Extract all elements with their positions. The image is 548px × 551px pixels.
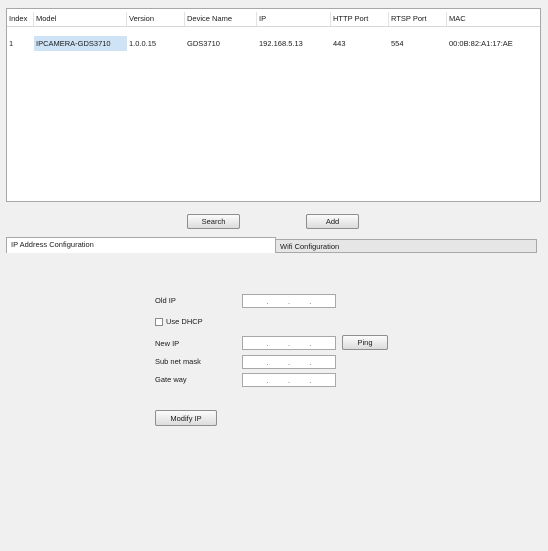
add-button[interactable]: Add xyxy=(306,214,359,229)
cell-rtsp-port: 554 xyxy=(391,39,404,48)
column-header-rtsp-port[interactable]: RTSP Port xyxy=(389,12,447,26)
column-header-index[interactable]: Index xyxy=(7,12,34,26)
column-header-model[interactable]: Model xyxy=(34,12,127,26)
column-header-device-name[interactable]: Device Name xyxy=(185,12,257,26)
use-dhcp-label[interactable]: Use DHCP xyxy=(166,316,203,328)
gateway-label: Gate way xyxy=(155,375,187,384)
subnet-mask-field[interactable]: . . . xyxy=(242,355,336,369)
tab-ip-address-configuration[interactable]: IP Address Configuration xyxy=(6,237,276,253)
column-header-version[interactable]: Version xyxy=(127,12,185,26)
cell-index: 1 xyxy=(9,39,14,48)
table-header: Index Model Version Device Name IP HTTP … xyxy=(7,12,540,27)
cell-device-name: GDS3710 xyxy=(187,39,220,48)
column-header-http-port[interactable]: HTTP Port xyxy=(331,12,389,26)
search-button[interactable]: Search xyxy=(187,214,240,229)
old-ip-label: Old IP xyxy=(155,296,176,305)
new-ip-label: New IP xyxy=(155,339,180,348)
cell-ip: 192.168.5.13 xyxy=(259,39,303,48)
cell-version: 1.0.0.15 xyxy=(129,39,157,48)
column-header-mac[interactable]: MAC xyxy=(447,12,540,26)
gateway-field[interactable]: . . . xyxy=(242,373,336,387)
old-ip-field[interactable]: . . . xyxy=(242,294,336,308)
new-ip-field[interactable]: . . . xyxy=(242,336,336,350)
cell-mac: 00:0B:82:A1:17:AE xyxy=(449,39,513,48)
ping-button[interactable]: Ping xyxy=(342,335,388,350)
subnet-mask-label: Sub net mask xyxy=(155,357,201,366)
cell-http-port: 443 xyxy=(333,39,346,48)
column-header-ip[interactable]: IP xyxy=(257,12,331,26)
cell-model: IPCAMERA-GDS3710 xyxy=(34,36,127,51)
table-row[interactable]: 1 IPCAMERA-GDS3710 1.0.0.15 GDS3710 192.… xyxy=(7,36,540,51)
use-dhcp-checkbox[interactable] xyxy=(155,318,163,326)
modify-ip-button[interactable]: Modify IP xyxy=(155,410,217,426)
tab-wifi-configuration[interactable]: Wifi Configuration xyxy=(275,239,537,253)
device-table[interactable]: Index Model Version Device Name IP HTTP … xyxy=(6,8,541,202)
